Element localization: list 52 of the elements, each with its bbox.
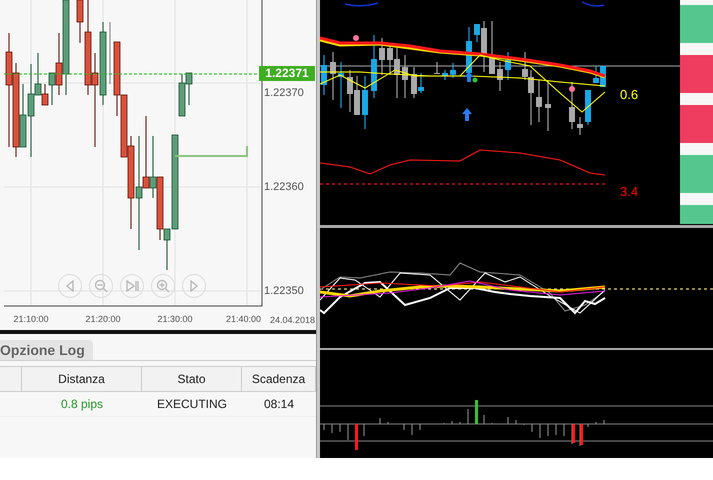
- right-triangle-icon: [189, 280, 199, 292]
- chart-nav-button[interactable]: [151, 274, 175, 298]
- signal-dot: [353, 35, 359, 41]
- candlestick: [569, 82, 575, 130]
- candlestick: [497, 62, 503, 92]
- signal-dot: [569, 86, 575, 92]
- time-axis-label: 21:10:00: [13, 314, 49, 324]
- indicator-value-label: 0.6: [620, 87, 638, 102]
- date-label: 24.04.2018: [270, 315, 315, 325]
- up-arrow-icon: [464, 72, 474, 82]
- zoom-out-icon: [94, 279, 108, 293]
- column-header: Distanza: [22, 367, 142, 392]
- candlestick: [338, 62, 344, 108]
- zoom-in-icon: [156, 279, 170, 293]
- candlestick: [330, 52, 336, 100]
- time-axis-label: 21:20:00: [85, 314, 121, 324]
- time-axis-label: 21:40:00: [226, 314, 262, 324]
- indicator-value-label: 3.4: [620, 184, 638, 199]
- left-triangle-icon: [65, 280, 75, 292]
- chart-nav-button[interactable]: [58, 274, 82, 298]
- candlestick: [362, 76, 368, 130]
- time-axis-label: 21:30:00: [157, 314, 193, 324]
- chart-nav-button[interactable]: [120, 274, 144, 298]
- candlestick: [450, 62, 456, 78]
- candlestick: [577, 116, 583, 136]
- column-header: Stato: [142, 367, 242, 392]
- price-axis-label: 1.22350: [264, 285, 304, 297]
- candlestick: [402, 54, 408, 98]
- candlestick: [536, 80, 542, 122]
- column-header: Scadenza: [242, 367, 316, 392]
- candlestick: [371, 34, 377, 98]
- candlestick: [321, 54, 327, 96]
- histogram-bar: [355, 424, 358, 450]
- candlestick: [379, 38, 385, 76]
- candlestick: [545, 80, 551, 132]
- up-arrow-icon: [462, 108, 472, 121]
- price-axis-label: 1.22360: [264, 181, 304, 193]
- chart-nav-button[interactable]: [89, 274, 113, 298]
- candlestick: [585, 90, 591, 126]
- candlestick: [434, 62, 440, 74]
- candlestick: [505, 52, 511, 80]
- price-axis-label: 1.22370: [264, 87, 304, 99]
- signal-dot: [472, 78, 478, 82]
- skip-to-end-icon: [125, 280, 139, 292]
- candlestick: [489, 20, 495, 74]
- current-price-badge: 1.22371: [259, 66, 315, 81]
- log-tab[interactable]: Opzione Log: [0, 340, 93, 360]
- table-cell: EXECUTING: [142, 392, 242, 417]
- chart-nav-button[interactable]: [182, 274, 206, 298]
- candlestick: [442, 70, 448, 80]
- table-cell: 0.8 pips: [22, 392, 142, 417]
- histogram-bar: [475, 400, 478, 424]
